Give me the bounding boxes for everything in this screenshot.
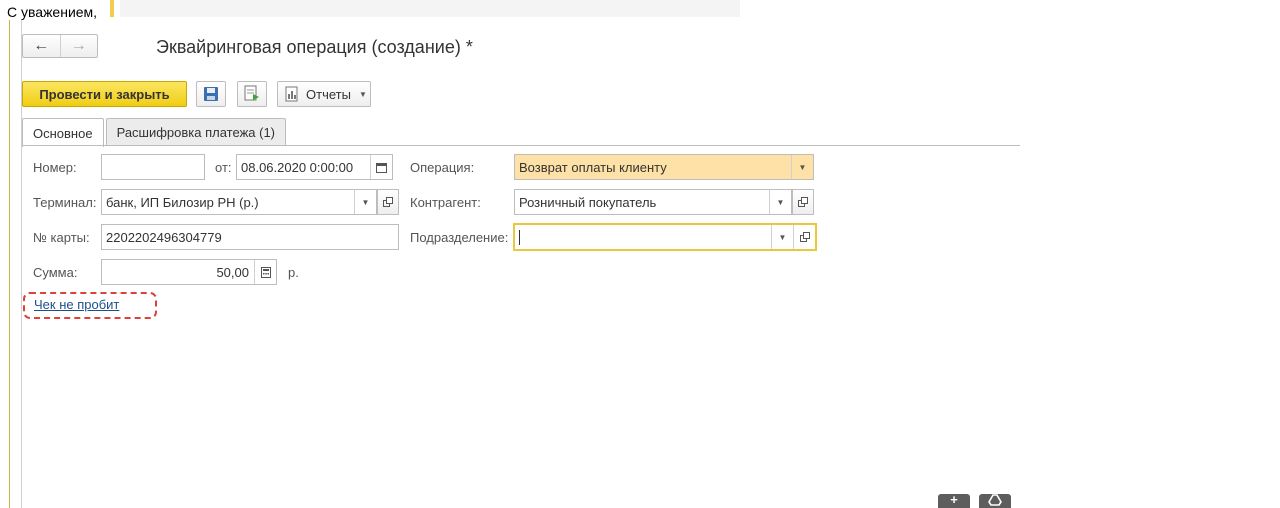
drive-icon bbox=[988, 494, 1002, 506]
add-button[interactable]: + bbox=[938, 492, 970, 508]
chevron-down-icon[interactable]: ▼ bbox=[791, 155, 813, 179]
department-label: Подразделение: bbox=[410, 230, 509, 245]
navigation-buttons: ← → bbox=[22, 34, 98, 58]
floppy-disk-icon bbox=[204, 87, 218, 101]
amount-value: 50,00 bbox=[216, 264, 249, 280]
open-department-button[interactable] bbox=[793, 225, 815, 249]
date-label: от: bbox=[215, 160, 232, 175]
tab-main[interactable]: Основное bbox=[22, 118, 104, 147]
reports-icon bbox=[285, 86, 298, 102]
reports-label: Отчеты bbox=[306, 86, 351, 102]
greeting-text: С уважением, bbox=[7, 4, 98, 20]
operation-select[interactable]: Возврат оплаты клиенту ▼ bbox=[514, 154, 814, 180]
receipt-status-link[interactable]: Чек не пробит bbox=[34, 297, 119, 312]
operation-value: Возврат оплаты клиенту bbox=[519, 159, 667, 175]
save-button[interactable] bbox=[196, 81, 226, 107]
gray-strip bbox=[120, 0, 740, 17]
terminal-value: банк, ИП Билозир РН (р.) bbox=[106, 194, 259, 210]
counterparty-label: Контрагент: bbox=[410, 195, 481, 210]
card-number-value: 2202202496304779 bbox=[106, 229, 222, 245]
arrow-left-icon: ← bbox=[33, 37, 50, 54]
chevron-down-icon[interactable]: ▼ bbox=[769, 190, 791, 214]
operation-label: Операция: bbox=[410, 160, 475, 175]
counterparty-select[interactable]: Розничный покупатель ▼ bbox=[514, 189, 792, 215]
department-select[interactable]: ▼ bbox=[513, 223, 817, 251]
number-label: Номер: bbox=[33, 160, 77, 175]
window-left-border bbox=[9, 20, 10, 508]
open-terminal-button[interactable] bbox=[377, 189, 399, 215]
currency-label: р. bbox=[288, 265, 299, 280]
chevron-down-icon[interactable]: ▼ bbox=[354, 190, 376, 214]
forward-button[interactable]: → bbox=[59, 35, 98, 57]
calculator-icon[interactable] bbox=[254, 260, 276, 284]
tab-bar: Основное Расшифровка платежа (1) bbox=[22, 118, 288, 147]
tab-divider bbox=[22, 145, 1020, 146]
card-number-field[interactable]: 2202202496304779 bbox=[101, 224, 399, 250]
page-title: Эквайринговая операция (создание) * bbox=[156, 37, 473, 57]
text-cursor bbox=[519, 229, 520, 245]
chevron-down-icon: ▼ bbox=[358, 89, 367, 99]
date-value: 08.06.2020 0:00:00 bbox=[241, 159, 354, 175]
terminal-label: Терминал: bbox=[33, 195, 97, 210]
counterparty-value: Розничный покупатель bbox=[519, 194, 657, 210]
calendar-icon[interactable] bbox=[370, 155, 392, 179]
tab-payment-breakdown[interactable]: Расшифровка платежа (1) bbox=[105, 118, 287, 146]
plus-icon: + bbox=[950, 492, 958, 507]
google-drive-button[interactable] bbox=[979, 494, 1011, 508]
open-link-icon bbox=[383, 197, 393, 207]
post-and-close-button[interactable]: Провести и закрыть bbox=[22, 81, 187, 107]
open-link-icon bbox=[799, 232, 810, 242]
chevron-down-icon[interactable]: ▼ bbox=[771, 225, 793, 249]
open-counterparty-button[interactable] bbox=[792, 189, 814, 215]
post-document-icon bbox=[244, 85, 259, 101]
open-link-icon bbox=[798, 197, 808, 207]
post-button[interactable] bbox=[237, 81, 267, 107]
reports-button[interactable]: Отчеты ▼ bbox=[277, 81, 371, 107]
card-label: № карты: bbox=[33, 230, 90, 245]
arrow-right-icon: → bbox=[70, 37, 87, 54]
amount-label: Сумма: bbox=[33, 265, 78, 280]
number-field[interactable] bbox=[101, 154, 205, 180]
terminal-select[interactable]: банк, ИП Билозир РН (р.) ▼ bbox=[101, 189, 377, 215]
yellow-divider bbox=[110, 0, 114, 17]
date-field[interactable]: 08.06.2020 0:00:00 bbox=[236, 154, 393, 180]
amount-field[interactable]: 50,00 bbox=[101, 259, 277, 285]
back-button[interactable]: ← bbox=[23, 35, 60, 57]
